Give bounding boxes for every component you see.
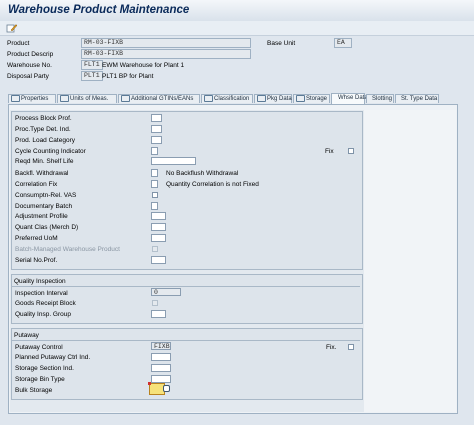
- product-descrip-label: Product Descrip: [7, 51, 54, 58]
- quant-clas-label: Quant Clas (Merch D): [15, 224, 79, 231]
- backfl-withdrawal-label: Backfl. Withdrawal: [15, 170, 69, 177]
- page-title: Warehouse Product Maintenance: [8, 4, 190, 16]
- warehouse-no-label: Warehouse No.: [7, 62, 52, 69]
- reqd-min-shelf-life-label: Reqd Min. Shelf Life: [15, 158, 74, 165]
- group-divider: [12, 286, 360, 287]
- preferred-uom-field[interactable]: [151, 234, 166, 242]
- serial-no-prof-field[interactable]: [151, 256, 166, 264]
- reqd-min-shelf-life-field[interactable]: [151, 157, 196, 165]
- backfl-withdrawal-desc: No Backflush Withdrawal: [166, 170, 239, 177]
- edit-tab-icon: [11, 95, 20, 102]
- adjustment-profile-label: Adjustment Profile: [15, 213, 68, 220]
- application-toolbar: [0, 21, 474, 36]
- storage-section-ind-label: Storage Section Ind.: [15, 365, 74, 372]
- tab-classification[interactable]: Classification: [201, 94, 253, 103]
- correlation-fix-desc: Quantity Correlation is not Fixed: [166, 181, 259, 188]
- process-block-prof-field[interactable]: [151, 114, 162, 122]
- quant-clas-field[interactable]: [151, 223, 166, 231]
- pencil-edit-icon[interactable]: [6, 23, 18, 33]
- backfl-withdrawal-field[interactable]: [151, 169, 158, 177]
- correlation-fix-field[interactable]: [151, 180, 158, 188]
- base-unit-label: Base Unit: [267, 40, 296, 47]
- tab-pkg-data[interactable]: Pkg Data: [254, 94, 292, 103]
- batch-managed-label: Batch-Managed Warehouse Product: [15, 246, 120, 253]
- bulk-storage-label: Bulk Storage: [15, 387, 53, 394]
- goods-receipt-block-label: Goods Receipt Block: [15, 300, 76, 307]
- value-help-icon[interactable]: [163, 385, 170, 392]
- putaway-control-field[interactable]: FIXB: [151, 342, 171, 350]
- warehouse-no-desc: EWM Warehouse for Plant 1: [102, 62, 185, 69]
- panel-scroll-area: [364, 110, 456, 412]
- putaway-fix-checkbox[interactable]: [348, 344, 354, 350]
- edit-tab-icon: [257, 95, 266, 102]
- fix-label: Fix: [325, 148, 334, 155]
- consumptn-rel-vas-checkbox[interactable]: [152, 192, 158, 198]
- tab-properties[interactable]: Properties: [8, 94, 56, 103]
- disposal-party-label: Disposal Party: [7, 73, 49, 80]
- putaway-control-label: Putaway Control: [15, 344, 63, 351]
- focus-marker: [148, 382, 151, 385]
- storage-section-ind-field[interactable]: [151, 364, 171, 372]
- edit-tab-icon: [204, 95, 213, 102]
- proc-type-det-ind-label: Proc.Type Det. Ind.: [15, 126, 71, 133]
- disposal-party-field[interactable]: PLT1: [81, 71, 103, 81]
- proc-type-det-ind-field[interactable]: [151, 125, 162, 133]
- goods-receipt-block-checkbox[interactable]: [152, 300, 158, 306]
- prod-load-category-label: Prod. Load Category: [15, 137, 75, 144]
- product-field[interactable]: RM-03-FIXB: [81, 38, 251, 48]
- quality-insp-group-label: Quality Insp. Group: [15, 311, 71, 318]
- putaway-fix-label: Fix.: [326, 344, 337, 351]
- edit-tab-icon: [296, 95, 305, 102]
- documentary-batch-label: Documentary Batch: [15, 203, 73, 210]
- cycle-counting-indicator-field[interactable]: [151, 147, 158, 155]
- correlation-fix-label: Correlation Fix: [15, 181, 58, 188]
- tab-st-type-data[interactable]: St. Type Data: [395, 94, 439, 103]
- adjustment-profile-field[interactable]: [151, 212, 166, 220]
- inspection-interval-label: Inspection Interval: [15, 290, 68, 297]
- storage-bin-type-label: Storage Bin Type: [15, 376, 65, 383]
- preferred-uom-label: Preferred UoM: [15, 235, 58, 242]
- product-label: Product: [7, 40, 30, 47]
- product-descrip-field[interactable]: RM-03-FIXB: [81, 49, 251, 59]
- warehouse-no-field[interactable]: FLT1: [81, 60, 103, 70]
- storage-bin-type-field[interactable]: [151, 375, 171, 383]
- tab-additional-gtins[interactable]: Additional GTINs/EANs: [118, 94, 200, 103]
- tab-units-of-meas[interactable]: Units of Meas.: [57, 94, 117, 103]
- edit-tab-icon: [60, 95, 69, 102]
- planned-putaway-ctrl-ind-field[interactable]: [151, 353, 171, 361]
- quality-insp-group-field[interactable]: [151, 310, 166, 318]
- edit-tab-icon: [121, 95, 130, 102]
- tab-whse-data[interactable]: Whse Data: [331, 93, 368, 104]
- disposal-party-desc: PLT1 BP for Plant: [102, 73, 154, 80]
- base-unit-field[interactable]: EA: [334, 38, 352, 48]
- consumptn-rel-vas-label: Consumptn-Rel. VAS: [15, 192, 77, 199]
- process-block-prof-label: Process Block Prof.: [15, 115, 72, 122]
- documentary-batch-field[interactable]: [151, 202, 158, 210]
- cycle-counting-indicator-label: Cycle Counting Indicator: [15, 148, 86, 155]
- planned-putaway-ctrl-ind-label: Planned Putaway Ctrl Ind.: [15, 354, 91, 361]
- tab-storage[interactable]: Storage: [293, 94, 330, 103]
- inspection-interval-field[interactable]: 0: [151, 288, 181, 296]
- prod-load-category-field[interactable]: [151, 136, 162, 144]
- serial-no-prof-label: Serial No.Prof.: [15, 257, 58, 264]
- group-divider: [12, 340, 360, 341]
- quality-inspection-heading: Quality Inspection: [14, 278, 66, 285]
- putaway-heading: Putaway: [14, 332, 39, 339]
- cycle-counting-fix-checkbox[interactable]: [348, 148, 354, 154]
- batch-managed-checkbox: [152, 246, 158, 252]
- tab-slotting[interactable]: Slotting: [366, 94, 394, 103]
